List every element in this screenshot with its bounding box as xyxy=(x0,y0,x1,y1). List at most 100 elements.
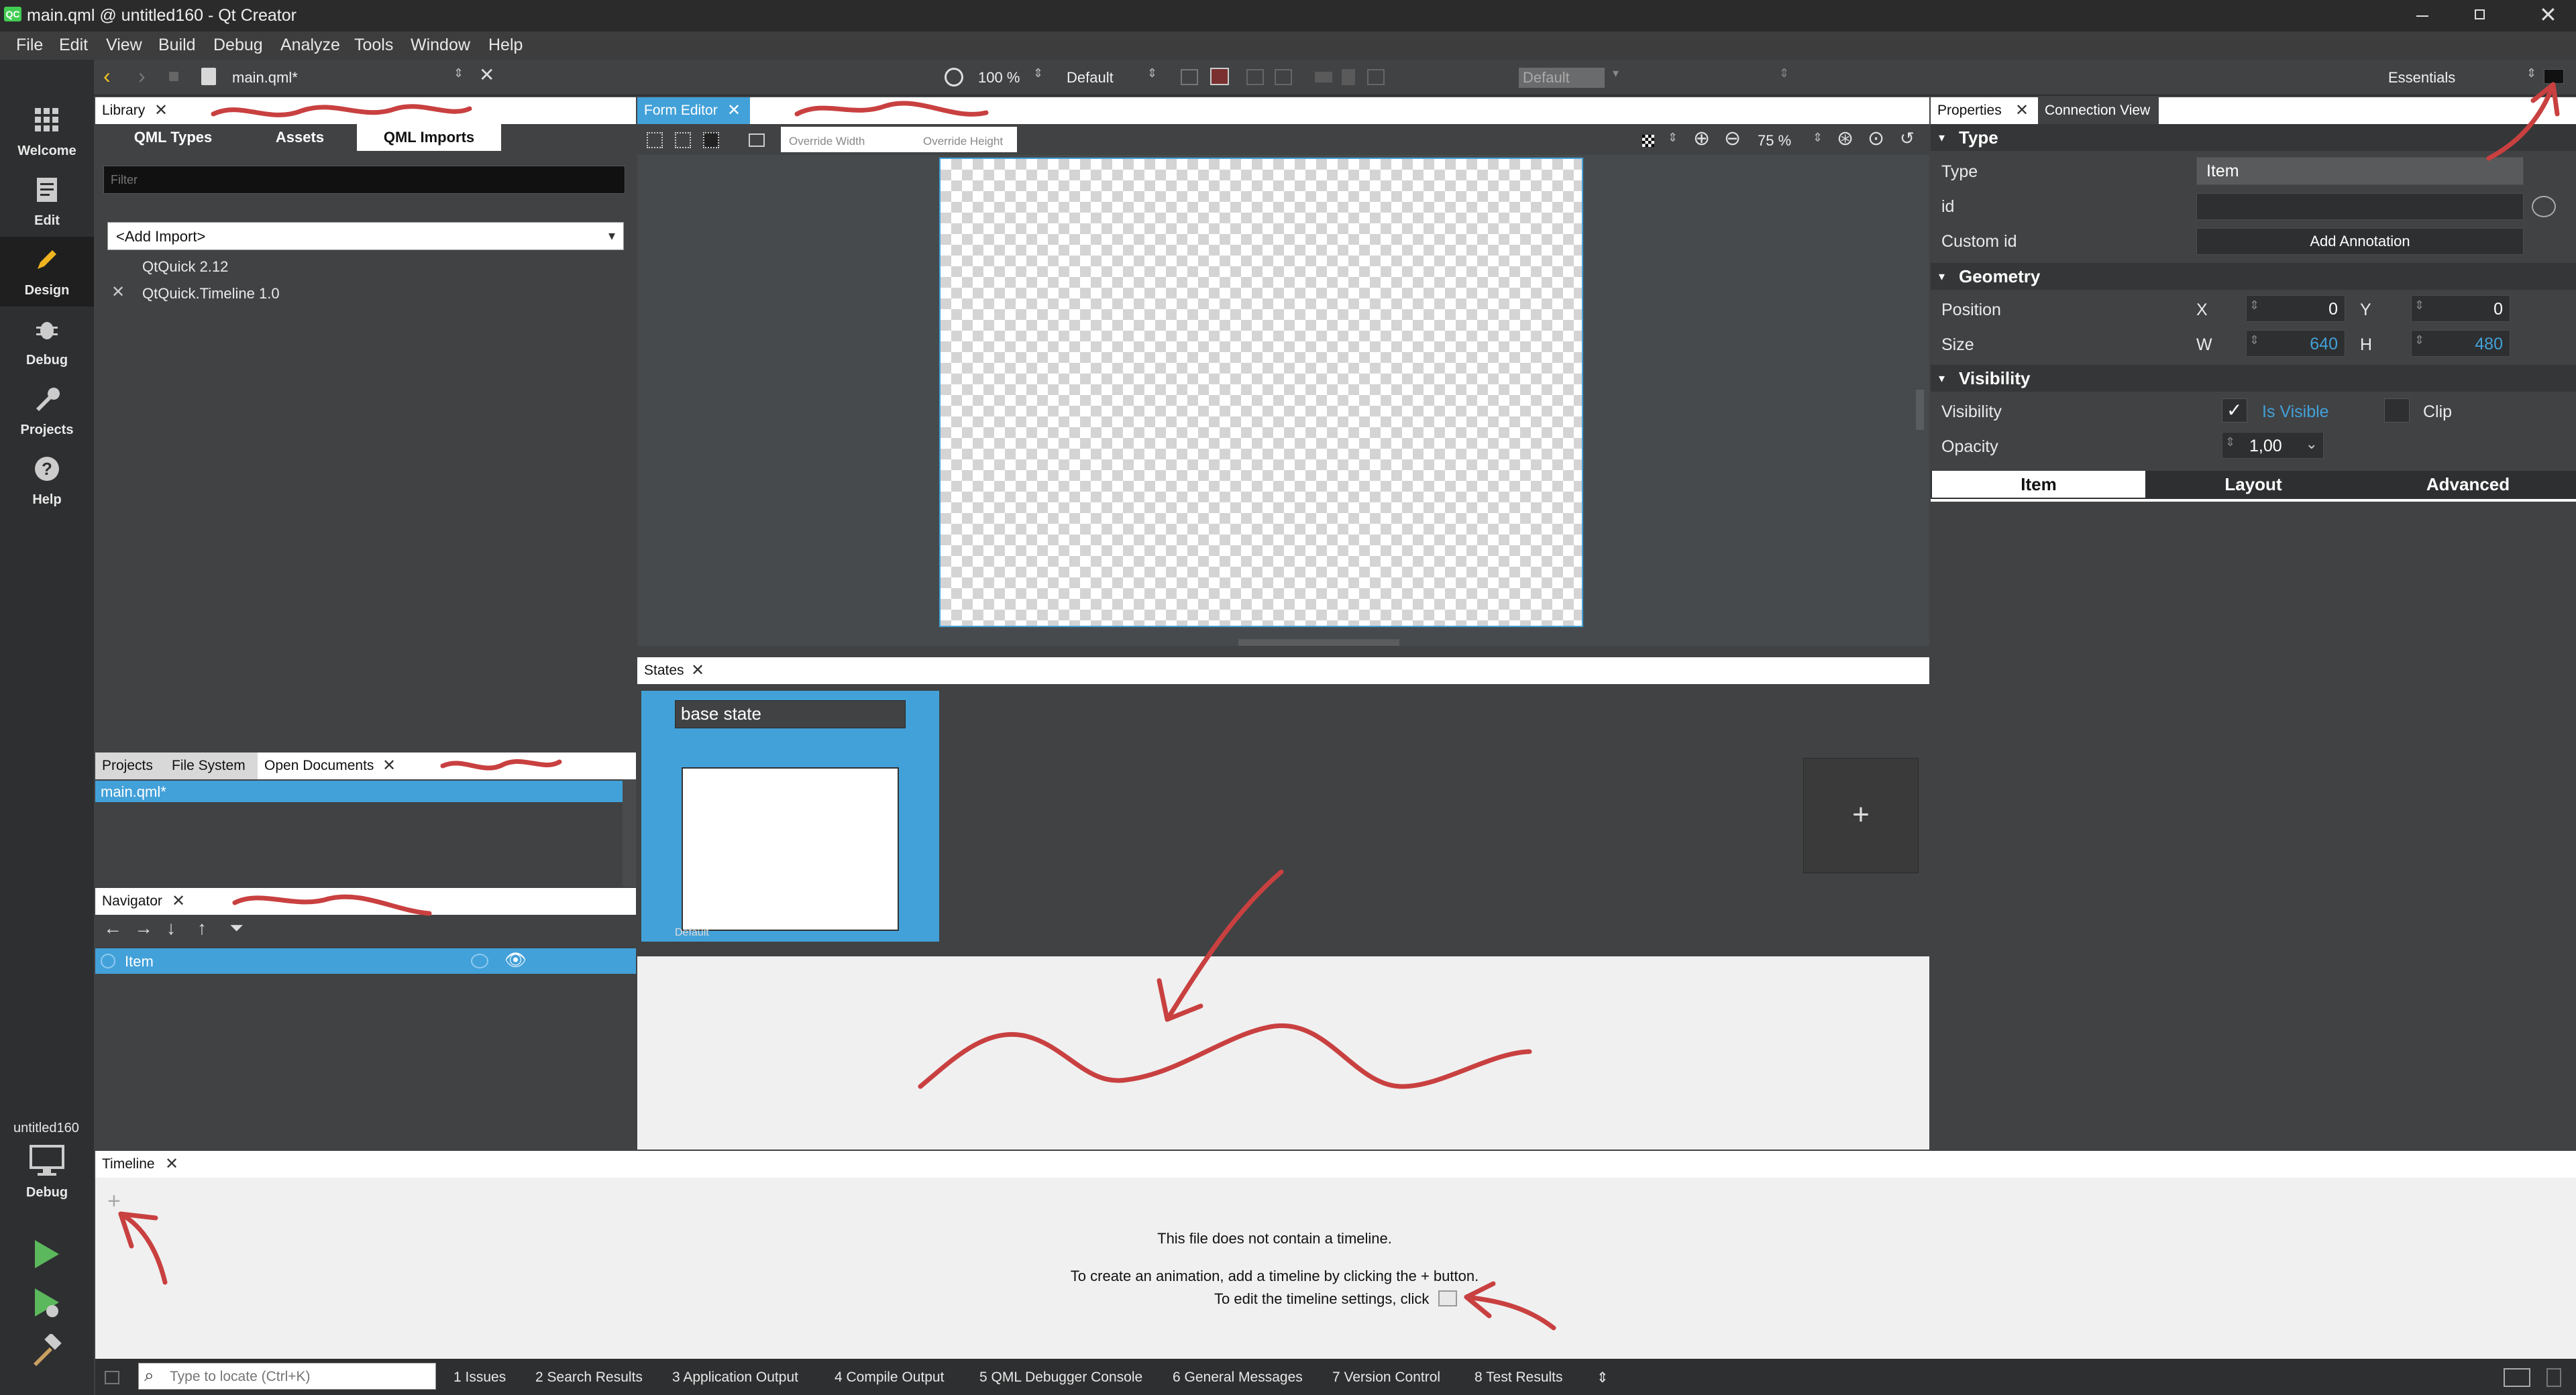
background-color-icon[interactable] xyxy=(1642,135,1654,147)
menu-edit[interactable]: Edit xyxy=(59,36,88,55)
file-combo-arrows-icon[interactable]: ⇕ xyxy=(453,66,464,80)
close-document-icon[interactable]: ✕ xyxy=(479,64,494,86)
add-import-combo[interactable]: <Add Import> ▾ xyxy=(107,222,624,250)
tab-file-system[interactable]: File System xyxy=(165,752,258,779)
annotation-flag-icon[interactable] xyxy=(2544,69,2564,84)
list-item[interactable]: main.qml* xyxy=(95,781,623,802)
remove-import-icon[interactable]: ✕ xyxy=(111,282,125,302)
tab-qml-imports[interactable]: QML Imports xyxy=(357,124,501,151)
zoom-fit-icon[interactable]: ⊛ xyxy=(1837,127,1854,150)
tab-qml-types[interactable]: QML Types xyxy=(103,124,243,151)
reset-icon[interactable]: ↺ xyxy=(1900,128,1915,149)
scrollbar[interactable] xyxy=(623,779,636,887)
x-spinbox[interactable]: ⇕ 0 xyxy=(2246,295,2345,322)
arrow-down-icon[interactable]: ↓ xyxy=(166,917,176,939)
live-preview-icon[interactable] xyxy=(945,68,963,87)
tab-form-editor[interactable]: Form Editor ✕ xyxy=(637,97,750,124)
tab-connection-view[interactable]: Connection View xyxy=(2038,97,2159,124)
theme-combo[interactable]: Default xyxy=(1519,68,1605,88)
grid-layout-icon[interactable] xyxy=(1367,69,1385,85)
debug-run-button[interactable] xyxy=(30,1286,63,1319)
menu-analyze[interactable]: Analyze xyxy=(280,36,340,55)
form-zoom-combo[interactable]: 75 % xyxy=(1758,132,1791,150)
y-spinbox[interactable]: ⇕ 0 xyxy=(2411,295,2510,322)
tab-states[interactable]: States ✕ xyxy=(637,657,711,684)
mode-debug[interactable]: Debug xyxy=(0,306,94,376)
output-pane-test-results[interactable]: 8 Test Results xyxy=(1474,1370,1563,1386)
section-geometry-header[interactable]: ▾ Geometry xyxy=(1931,263,2576,290)
mode-help[interactable]: ? Help xyxy=(0,446,94,516)
tab-library[interactable]: Library ✕ xyxy=(95,97,176,124)
output-pane-search-results[interactable]: 2 Search Results xyxy=(535,1370,643,1386)
close-icon[interactable]: ✕ xyxy=(2015,97,2029,124)
menu-tools[interactable]: Tools xyxy=(354,36,393,55)
tab-advanced[interactable]: Advanced xyxy=(2361,471,2575,498)
menu-build[interactable]: Build xyxy=(158,36,196,55)
alias-export-icon[interactable] xyxy=(2532,196,2556,217)
workspace-arrows-icon[interactable]: ⇕ xyxy=(2526,66,2536,80)
select-children-icon[interactable] xyxy=(675,132,691,148)
mode-projects[interactable]: Projects xyxy=(0,376,94,446)
distribute-v-icon[interactable] xyxy=(1342,69,1355,85)
eye-icon[interactable]: 👁 xyxy=(504,950,527,970)
opacity-spinbox[interactable]: ⇕ 1,00 ⌄ xyxy=(2222,432,2324,459)
h-spinbox[interactable]: ⇕ 480 xyxy=(2411,330,2510,357)
resize-icon[interactable] xyxy=(703,132,719,148)
output-pane-application-output[interactable]: 3 Application Output xyxy=(672,1370,798,1386)
style-arrows-icon[interactable]: ⇕ xyxy=(1147,66,1157,80)
vertical-scrollbar[interactable] xyxy=(1916,390,1924,430)
select-icon[interactable] xyxy=(647,132,663,148)
close-icon[interactable]: ✕ xyxy=(165,1151,178,1178)
locator-input[interactable] xyxy=(170,1368,425,1386)
edit-component-icon[interactable] xyxy=(1181,69,1198,85)
build-button[interactable] xyxy=(30,1334,63,1368)
output-toggle-icon[interactable] xyxy=(2546,1368,2561,1387)
progress-details-icon[interactable] xyxy=(2504,1368,2530,1387)
workspace-combo[interactable]: Essentials xyxy=(2388,69,2455,87)
maximize-button[interactable] xyxy=(2452,0,2506,32)
arrow-right-icon[interactable]: → xyxy=(134,917,153,939)
align-left-icon[interactable] xyxy=(1246,69,1264,85)
add-state-button[interactable]: + xyxy=(1803,758,1919,873)
override-width-field[interactable]: Override Width xyxy=(789,135,865,148)
mode-welcome[interactable]: Welcome xyxy=(0,97,94,167)
menu-window[interactable]: Window xyxy=(411,36,470,55)
zoom-arrows-icon[interactable]: ⇕ xyxy=(1033,66,1043,80)
sidebar-toggle-icon[interactable] xyxy=(105,1371,119,1384)
base-state-name-field[interactable]: base state xyxy=(675,700,906,728)
extra-arrows-icon[interactable]: ⇕ xyxy=(1779,66,1789,80)
timeline-settings-icon[interactable] xyxy=(1438,1290,1457,1306)
tab-item[interactable]: Item xyxy=(1932,471,2145,498)
kit-selector[interactable]: Debug xyxy=(0,1141,94,1208)
add-annotation-button[interactable]: Add Annotation xyxy=(2196,228,2524,255)
tab-open-documents[interactable]: Open Documents ✕ xyxy=(258,752,405,779)
section-visibility-header[interactable]: ▾ Visibility xyxy=(1931,365,2576,392)
menu-file[interactable]: File xyxy=(16,36,43,55)
close-icon[interactable]: ✕ xyxy=(691,657,704,684)
close-window-button[interactable]: ✕ xyxy=(2519,0,2576,32)
design-canvas[interactable] xyxy=(939,158,1583,627)
tab-properties[interactable]: Properties ✕ xyxy=(1931,97,2038,124)
import-item[interactable]: QtQuick 2.12 xyxy=(142,258,228,276)
locator[interactable]: ⌕ xyxy=(138,1363,436,1390)
minimize-button[interactable] xyxy=(2395,0,2449,32)
back-arrow-icon[interactable]: ‹ xyxy=(103,64,111,89)
filter-icon[interactable]: ⏷ xyxy=(229,917,244,939)
zoom-in-icon[interactable]: ⊕ xyxy=(1693,127,1710,150)
run-button[interactable] xyxy=(30,1237,63,1271)
type-field[interactable]: Item xyxy=(2196,157,2524,185)
is-visible-checkbox[interactable]: ✓ xyxy=(2222,398,2247,423)
id-field[interactable] xyxy=(2196,193,2524,220)
output-pane-general-messages[interactable]: 6 General Messages xyxy=(1173,1370,1303,1386)
close-icon[interactable]: ✕ xyxy=(154,97,168,124)
form-zoom-arrows-icon[interactable]: ⇕ xyxy=(1813,131,1823,145)
library-filter-input[interactable] xyxy=(103,166,625,194)
align-center-icon[interactable] xyxy=(1275,69,1292,85)
bg-arrows-icon[interactable]: ⇕ xyxy=(1668,131,1678,145)
distribute-h-icon[interactable] xyxy=(1315,72,1332,82)
snap-icon[interactable] xyxy=(749,133,765,147)
style-combo[interactable]: Default xyxy=(1067,69,1114,87)
output-pane-version-control[interactable]: 7 Version Control xyxy=(1332,1370,1440,1386)
horizontal-scrollbar[interactable] xyxy=(1238,639,1399,646)
override-height-field[interactable]: Override Height xyxy=(923,135,1003,148)
